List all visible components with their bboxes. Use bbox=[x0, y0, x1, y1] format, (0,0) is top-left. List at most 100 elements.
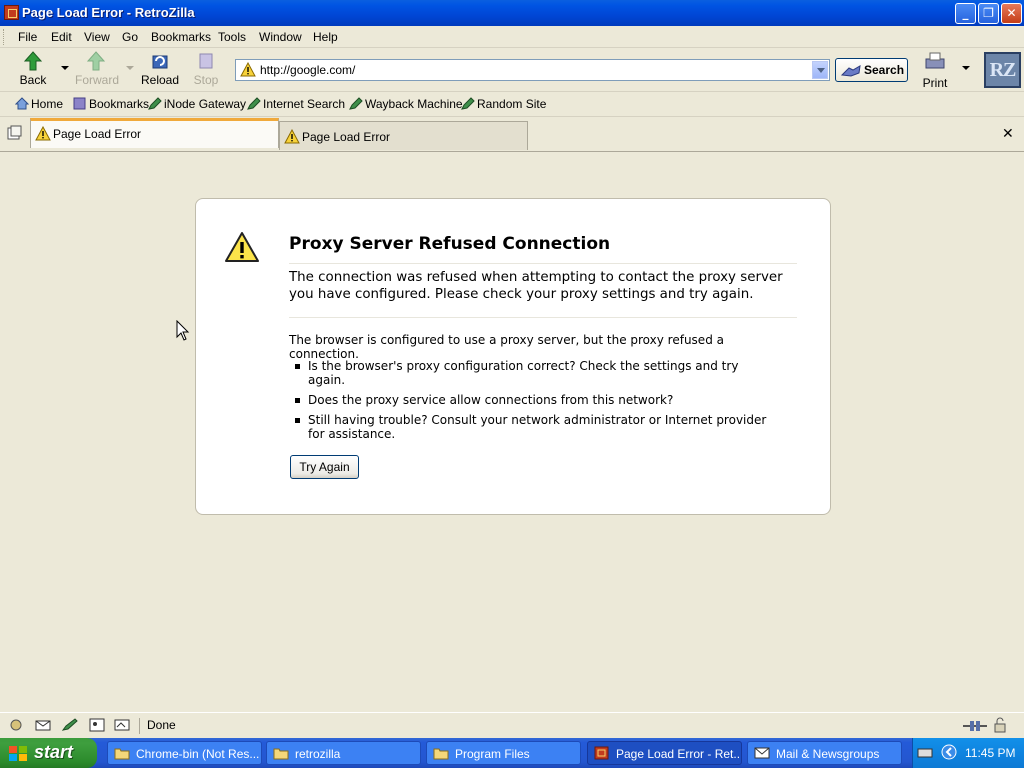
reload-button[interactable]: Reload bbox=[139, 51, 181, 89]
retrozilla-icon bbox=[594, 746, 609, 760]
search-label: Search bbox=[864, 63, 905, 77]
try-again-button[interactable]: Try Again bbox=[290, 455, 359, 479]
bookmark-inode-gateway[interactable]: iNode Gateway bbox=[148, 97, 246, 111]
url-bar[interactable]: http://google.com/ bbox=[235, 59, 830, 81]
menu-bookmarks[interactable]: Bookmarks bbox=[151, 30, 211, 44]
reload-label: Reload bbox=[140, 73, 180, 87]
online-status-icon[interactable] bbox=[962, 719, 988, 733]
warning-icon bbox=[240, 62, 256, 77]
bookmark-pen-icon bbox=[247, 97, 261, 110]
printer-icon bbox=[925, 52, 945, 69]
bookmarks-label: Bookmarks bbox=[89, 97, 150, 111]
back-button[interactable]: Back bbox=[12, 51, 54, 89]
stop-label: Stop bbox=[193, 73, 219, 87]
error-title: Proxy Server Refused Connection bbox=[289, 234, 797, 264]
taskbar-item-chrome-bin[interactable]: Chrome-bin (Not Res... bbox=[107, 741, 262, 765]
windows-logo-icon bbox=[9, 746, 27, 761]
menu-tools[interactable]: Tools bbox=[218, 30, 246, 44]
menu-bar: File Edit View Go Bookmarks Tools Window… bbox=[0, 26, 1024, 48]
security-lock-icon[interactable] bbox=[992, 717, 1008, 733]
menu-window[interactable]: Window bbox=[259, 30, 302, 44]
taskbar-item-retrozilla[interactable]: retrozilla bbox=[266, 741, 421, 765]
error-long-description: The browser is configured to use a proxy… bbox=[289, 333, 724, 361]
search-icon bbox=[841, 65, 861, 77]
taskbar-item-label: Mail & Newsgroups bbox=[776, 747, 880, 761]
status-bar: Done bbox=[0, 712, 1024, 738]
menu-go[interactable]: Go bbox=[122, 30, 138, 44]
menu-view[interactable]: View bbox=[84, 30, 110, 44]
print-label: Print bbox=[922, 76, 948, 90]
list-item: Is the browser's proxy configuration cor… bbox=[289, 359, 769, 387]
show-hidden-icons-icon[interactable] bbox=[941, 744, 957, 760]
back-arrow-icon bbox=[23, 51, 43, 71]
stop-button[interactable]: Stop bbox=[185, 51, 227, 89]
bookmark-inode-gateway-label: iNode Gateway bbox=[164, 97, 247, 111]
bookmark-random-site[interactable]: Random Site bbox=[461, 97, 546, 111]
bookmark-pen-icon bbox=[349, 97, 363, 110]
taskbar-item-label: Page Load Error - Ret... bbox=[616, 747, 742, 761]
bookmark-internet-search-label: Internet Search bbox=[263, 97, 346, 111]
clock: 11:45 PM bbox=[965, 746, 1016, 760]
start-button[interactable]: start bbox=[0, 738, 97, 768]
list-item: Still having trouble? Consult your netwo… bbox=[289, 413, 769, 441]
toolbar-grip[interactable] bbox=[3, 29, 7, 45]
list-item: Does the proxy service allow connections… bbox=[289, 393, 769, 407]
maximize-button[interactable]: ❐ bbox=[978, 3, 999, 24]
tab-page-load-error-1[interactable]: Page Load Error bbox=[30, 118, 279, 148]
error-short-description: The connection was refused when attempti… bbox=[289, 269, 797, 318]
stop-icon bbox=[199, 53, 213, 69]
mouse-cursor-icon bbox=[176, 320, 190, 341]
bookmark-home-label: Home bbox=[31, 97, 64, 111]
reload-icon bbox=[152, 55, 168, 69]
back-history-dropdown[interactable] bbox=[61, 66, 69, 70]
menu-edit[interactable]: Edit bbox=[51, 30, 72, 44]
folder-icon bbox=[433, 748, 449, 760]
personal-toolbar: Home Bookmarks iNode Gateway Internet Se… bbox=[0, 92, 1024, 117]
minimize-button[interactable]: _ bbox=[955, 3, 976, 24]
menu-help[interactable]: Help bbox=[313, 30, 338, 44]
keyboard-icon[interactable] bbox=[917, 746, 933, 760]
close-button[interactable]: ✕ bbox=[1001, 3, 1022, 24]
warning-icon bbox=[35, 126, 51, 141]
bookmark-internet-search[interactable]: Internet Search bbox=[247, 97, 345, 111]
bookmark-wayback-machine[interactable]: Wayback Machine bbox=[349, 97, 463, 111]
url-dropdown-button[interactable] bbox=[812, 61, 828, 79]
taskbar-item-page-load-error[interactable]: Page Load Error - Ret... bbox=[587, 741, 742, 765]
title-bar: Page Load Error - RetroZilla _ ❐ ✕ bbox=[0, 0, 1024, 26]
folder-icon bbox=[114, 748, 130, 760]
error-page-container: Proxy Server Refused Connection The conn… bbox=[195, 198, 831, 515]
address-book-icon[interactable] bbox=[89, 718, 105, 732]
system-tray: 11:45 PM bbox=[912, 738, 1024, 768]
bookmarks-button[interactable]: Bookmarks bbox=[73, 97, 149, 111]
bookmark-home[interactable]: Home bbox=[15, 97, 63, 111]
warning-icon bbox=[284, 129, 300, 144]
taskbar-item-program-files[interactable]: Program Files bbox=[426, 741, 581, 765]
navigator-icon[interactable] bbox=[8, 718, 24, 732]
menu-file[interactable]: File bbox=[18, 30, 37, 44]
print-dropdown[interactable] bbox=[962, 66, 970, 70]
taskbar: start Chrome-bin (Not Res... retrozilla … bbox=[0, 738, 1024, 768]
close-tab-button[interactable]: ✕ bbox=[1002, 126, 1014, 142]
new-tab-icon[interactable] bbox=[6, 125, 22, 141]
taskbar-item-label: Chrome-bin (Not Res... bbox=[136, 747, 260, 761]
retrozilla-app-icon[interactable] bbox=[4, 5, 19, 20]
mail-icon[interactable] bbox=[35, 718, 51, 732]
forward-history-dropdown[interactable] bbox=[126, 66, 134, 70]
forward-arrow-icon bbox=[86, 51, 106, 71]
forward-label: Forward bbox=[75, 73, 120, 87]
tab-label: Page Load Error bbox=[53, 127, 142, 141]
page-content: Proxy Server Refused Connection The conn… bbox=[0, 153, 1024, 713]
bookmark-random-site-label: Random Site bbox=[477, 97, 547, 111]
home-icon bbox=[15, 97, 29, 110]
status-text: Done bbox=[139, 718, 954, 734]
url-input[interactable]: http://google.com/ bbox=[260, 63, 355, 77]
search-button[interactable]: Search bbox=[835, 58, 908, 82]
forward-button[interactable]: Forward bbox=[75, 51, 120, 89]
composer-icon[interactable] bbox=[62, 718, 78, 732]
print-button[interactable]: Print bbox=[918, 51, 952, 90]
tab-page-load-error-2[interactable]: Page Load Error bbox=[279, 121, 528, 150]
taskbar-item-label: retrozilla bbox=[295, 747, 341, 761]
taskbar-item-mail-newsgroups[interactable]: Mail & Newsgroups bbox=[747, 741, 902, 765]
irc-chat-icon[interactable] bbox=[114, 718, 130, 732]
back-label: Back bbox=[19, 73, 47, 87]
